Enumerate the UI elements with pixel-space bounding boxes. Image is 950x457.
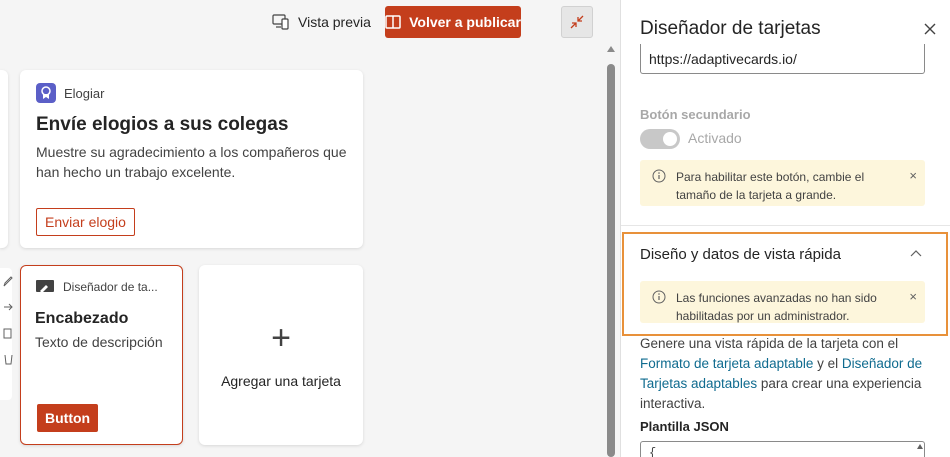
republish-label: Volver a publicar — [409, 14, 521, 30]
card-header: Diseñador de ta... — [35, 276, 168, 298]
edit-icon[interactable] — [2, 274, 14, 288]
card-tools-strip — [0, 268, 14, 400]
body-text-2: y el — [813, 356, 842, 371]
json-scroll-up-arrow[interactable] — [917, 444, 923, 449]
card-app-name: Elogiar — [64, 85, 105, 101]
info-icon — [652, 169, 666, 183]
panel-title: Diseñador de tarjetas — [640, 18, 821, 39]
add-card-button[interactable]: + Agregar una tarjeta — [199, 265, 363, 445]
card-header: Elogiar — [36, 82, 347, 104]
notice-text: Para habilitar este botón, cambie el tam… — [676, 170, 865, 202]
url-input[interactable]: https://adaptivecards.io/ — [640, 44, 925, 74]
card-action-button[interactable]: Button — [37, 404, 99, 432]
quick-view-description: Genere una vista rápida de la tarjeta co… — [640, 334, 930, 414]
json-template-editor[interactable]: { — [640, 441, 925, 457]
delete-icon[interactable] — [2, 352, 14, 366]
plus-icon: + — [271, 319, 291, 357]
award-icon — [36, 83, 56, 103]
collapse-arrows-icon — [570, 15, 584, 29]
send-praise-button[interactable]: Enviar elogio — [36, 208, 135, 236]
json-template-label: Plantilla JSON — [640, 419, 729, 434]
dismiss-notice-icon[interactable]: × — [909, 167, 917, 185]
toggle-knob — [663, 132, 677, 146]
move-icon[interactable] — [2, 300, 14, 314]
card-designer-icon — [36, 280, 54, 293]
card-designer-panel: Diseñador de tarjetas https://adaptiveca… — [620, 0, 950, 457]
section-divider — [621, 225, 950, 226]
device-preview-icon — [272, 14, 289, 30]
card-description: Muestre su agradecimiento a los compañer… — [36, 144, 347, 180]
secondary-button-toggle[interactable] — [640, 129, 680, 149]
secondary-button-label: Botón secundario — [640, 107, 751, 122]
preview-button[interactable]: Vista previa — [272, 10, 371, 34]
scrollbar-thumb[interactable] — [607, 64, 615, 457]
add-card-label: Agregar una tarjeta — [221, 373, 341, 389]
card-designer-card[interactable]: Diseñador de ta... Encabezado Texto de d… — [20, 265, 183, 445]
collapse-button[interactable] — [561, 6, 593, 38]
close-icon[interactable] — [921, 20, 939, 38]
preview-label: Vista previa — [298, 14, 371, 30]
republish-button[interactable]: Volver a publicar — [385, 6, 521, 38]
scroll-up-arrow[interactable] — [607, 46, 615, 52]
toggle-label: Activado — [688, 130, 742, 146]
partial-card — [0, 70, 8, 248]
body-text-1: Genere una vista rápida de la tarjeta co… — [640, 336, 899, 351]
size-notice: Para habilitar este botón, cambie el tam… — [640, 160, 925, 206]
card-title: Encabezado — [35, 310, 129, 327]
card-app-name: Diseñador de ta... — [63, 280, 158, 294]
adaptive-card-format-link[interactable]: Formato de tarjeta adaptable — [640, 356, 813, 371]
top-toolbar: Vista previa Volver a publicar — [0, 0, 620, 44]
praise-card[interactable]: Elogiar Envíe elogios a sus colegas Mues… — [20, 70, 363, 248]
highlight-outline — [622, 232, 948, 336]
copy-icon[interactable] — [2, 326, 14, 340]
card-title: Envíe elogios a sus colegas — [36, 114, 289, 135]
book-open-icon — [385, 15, 401, 29]
